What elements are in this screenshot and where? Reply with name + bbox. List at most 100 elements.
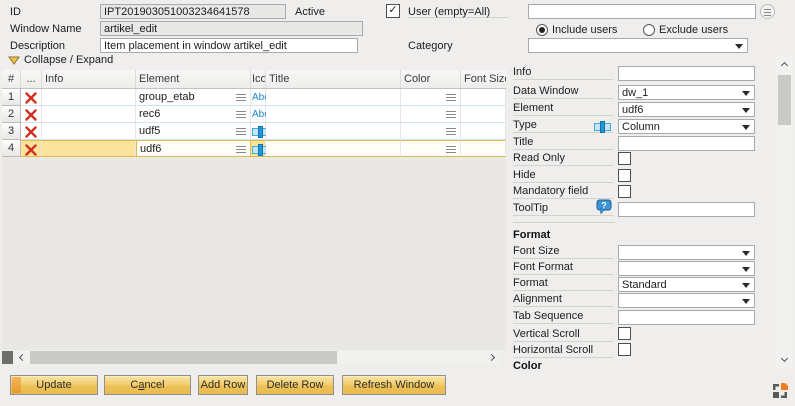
title-cell[interactable] [266,140,401,157]
scroll-up-button[interactable] [778,57,791,71]
description-input[interactable] [100,38,358,53]
user-input[interactable] [528,4,756,19]
collapse-triangle-icon [8,56,20,65]
alignment-dropdown[interactable] [618,293,755,308]
title-cell[interactable] [266,123,401,140]
cancel-button[interactable]: Cancel [104,375,191,395]
data-window-label: Data Window [513,85,613,99]
tab-sequence-input[interactable] [618,310,755,325]
font-size-cell[interactable] [461,89,506,106]
resize-grip-icon[interactable] [772,383,788,399]
col-header-dots: ... [21,70,42,88]
panel-info-input[interactable] [618,66,755,81]
font-size-label: Font Size [513,245,613,259]
title-cell[interactable] [266,106,401,123]
font-size-cell[interactable] [461,140,506,157]
chevron-down-icon [742,283,750,288]
panel-title-input[interactable] [618,136,755,151]
color-cell[interactable] [401,140,461,157]
table-row[interactable]: 3 udf5 [2,123,506,140]
horizontal-scroll-checkbox[interactable] [618,343,631,356]
title-cell[interactable] [266,89,401,106]
mandatory-checkbox[interactable] [618,185,631,198]
color-picker-icon[interactable] [446,146,456,153]
delete-row-icon[interactable] [21,89,42,106]
table-row[interactable]: 1 group_etab Abc [2,89,506,106]
info-cell[interactable] [42,123,136,140]
id-field [100,4,286,19]
details-icon[interactable] [236,146,246,153]
col-header-info: Info [42,70,136,88]
table-row[interactable]: 2 rec6 Abc [2,106,506,123]
format-dropdown[interactable]: Standard [618,277,755,292]
icon-cell[interactable] [251,123,266,140]
scrollbar-thumb[interactable] [778,75,791,125]
row-number[interactable]: 4 [2,140,21,157]
element-cell-focused[interactable]: udf6 [136,140,251,157]
read-only-checkbox[interactable] [618,152,631,165]
refresh-window-button[interactable]: Refresh Window [342,375,446,395]
col-header-icon: Ico [251,70,266,88]
color-picker-icon[interactable] [446,128,456,135]
row-number[interactable]: 1 [2,89,21,106]
chevron-down-icon [742,299,750,304]
font-size-cell[interactable] [461,106,506,123]
user-list-icon[interactable] [760,4,775,19]
scroll-right-button[interactable] [486,351,499,364]
table-row-selected[interactable]: 4 udf6 [2,140,506,157]
icon-cell[interactable]: Abc [251,106,266,123]
exclude-users-radio[interactable] [643,24,655,36]
chevron-down-icon [742,267,750,272]
category-dropdown[interactable] [528,38,748,53]
tooltip-input[interactable] [618,202,755,217]
info-cell[interactable] [42,140,136,157]
scroll-left-button[interactable] [15,351,28,364]
element-cell[interactable]: group_etab [136,89,251,106]
vertical-scrollbar[interactable] [776,57,793,368]
chevron-down-icon [735,44,743,49]
color-cell[interactable] [401,123,461,140]
chevron-down-icon [742,108,750,113]
icon-cell[interactable]: Abc [251,89,266,106]
font-format-dropdown[interactable] [618,261,755,276]
element-cell[interactable]: rec6 [136,106,251,123]
column-type-icon [594,121,611,133]
delete-row-icon[interactable] [21,140,42,157]
splitter-handle[interactable] [2,351,13,364]
details-icon[interactable] [236,128,246,135]
row-number[interactable]: 3 [2,123,21,140]
hide-checkbox[interactable] [618,169,631,182]
delete-row-button[interactable]: Delete Row [256,375,334,395]
row-number[interactable]: 2 [2,106,21,123]
font-size-dropdown[interactable] [618,245,755,260]
delete-row-icon[interactable] [21,106,42,123]
font-size-cell[interactable] [461,123,506,140]
info-cell[interactable] [42,106,136,123]
type-dropdown[interactable]: Column [618,119,755,134]
color-picker-icon[interactable] [446,111,456,118]
collapse-expand-link[interactable]: Collapse / Expand [24,54,113,66]
scrollbar-thumb[interactable] [30,351,337,364]
details-icon[interactable] [236,111,246,118]
alignment-label: Alignment [513,293,613,307]
include-users-label: Include users [552,24,617,36]
details-icon[interactable] [236,94,246,101]
add-row-button[interactable]: Add Row [198,375,248,395]
color-picker-icon[interactable] [446,94,456,101]
color-cell[interactable] [401,89,461,106]
scroll-down-button[interactable] [778,353,791,367]
horizontal-scrollbar[interactable] [28,351,486,364]
info-cell[interactable] [42,89,136,106]
element-cell[interactable]: udf5 [136,123,251,140]
format-section-header: Format [513,229,550,241]
icon-cell[interactable] [251,140,266,157]
vertical-scroll-checkbox[interactable] [618,327,631,340]
active-checkbox[interactable]: ✓ [386,4,400,18]
include-users-radio[interactable] [536,24,548,36]
horizontal-scroll-label: Horizontal Scroll [513,344,613,358]
update-button[interactable]: Update [10,375,98,395]
element-dropdown[interactable]: udf6 [618,102,755,117]
delete-row-icon[interactable] [21,123,42,140]
color-cell[interactable] [401,106,461,123]
data-window-dropdown[interactable]: dw_1 [618,85,755,100]
